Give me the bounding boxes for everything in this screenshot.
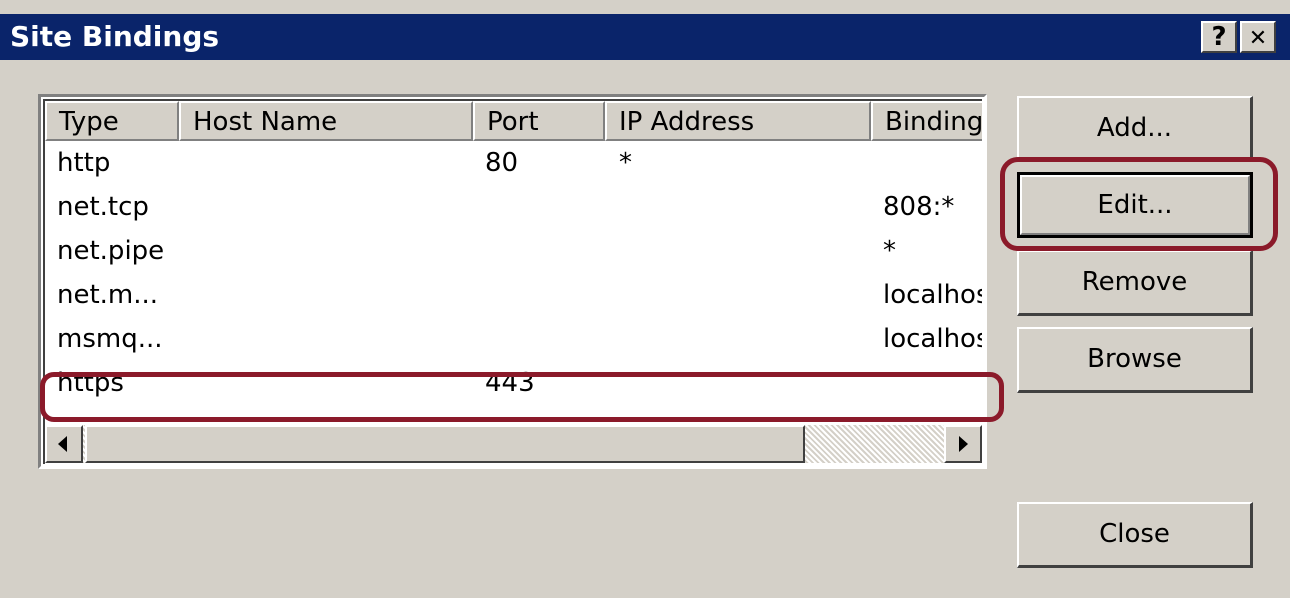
title-bar: Site Bindings ? ✕ — [0, 14, 1290, 60]
list-header: Type Host Name Port IP Address Binding — [45, 101, 982, 141]
column-header-port[interactable]: Port — [473, 101, 605, 141]
scrollbar-thumb[interactable] — [85, 425, 805, 463]
cell-port: 80 — [485, 148, 519, 178]
site-bindings-dialog: Site Bindings ? ✕ Type Host Name Port IP… — [0, 0, 1290, 598]
help-button[interactable]: ? — [1201, 21, 1237, 53]
horizontal-scrollbar[interactable] — [45, 425, 982, 463]
add-button[interactable]: Add... — [1017, 96, 1253, 162]
scroll-left-button[interactable] — [45, 425, 83, 463]
cell-type: http — [57, 148, 111, 178]
cell-ip: * — [619, 148, 632, 178]
cell-port: 443 — [485, 368, 535, 398]
cell-binding: * — [883, 236, 896, 266]
bindings-list[interactable]: Type Host Name Port IP Address Binding h… — [38, 94, 987, 469]
cell-binding: localhos — [883, 280, 982, 310]
column-header-type[interactable]: Type — [45, 101, 179, 141]
cell-type: net.tcp — [57, 192, 149, 222]
close-icon: ✕ — [1248, 26, 1268, 51]
cell-binding: localhos — [883, 324, 982, 354]
table-row[interactable]: http 80 * — [45, 141, 982, 185]
cell-type: net.m... — [57, 280, 159, 310]
cell-binding: 808:* — [883, 192, 955, 222]
table-row[interactable]: net.m... localhos — [45, 273, 982, 317]
table-row[interactable]: net.pipe * — [45, 229, 982, 273]
edit-button-label: Edit... — [1020, 175, 1250, 235]
close-window-button[interactable]: ✕ — [1240, 21, 1276, 53]
edit-button[interactable]: Edit... — [1017, 172, 1253, 238]
window-title: Site Bindings — [10, 20, 220, 53]
cell-type: net.pipe — [57, 236, 165, 266]
arrow-right-icon — [959, 436, 968, 452]
close-button[interactable]: Close — [1017, 502, 1253, 568]
table-row[interactable]: https 443 — [45, 361, 982, 405]
column-header-ip-address[interactable]: IP Address — [605, 101, 871, 141]
cell-type: msmq... — [57, 324, 163, 354]
table-row[interactable]: net.tcp 808:* — [45, 185, 982, 229]
column-header-binding[interactable]: Binding — [871, 101, 982, 141]
browse-button[interactable]: Browse — [1017, 327, 1253, 393]
cell-type: https — [57, 368, 124, 398]
help-icon: ? — [1211, 22, 1227, 52]
arrow-left-icon — [58, 436, 67, 452]
scroll-right-button[interactable] — [944, 425, 982, 463]
remove-button[interactable]: Remove — [1017, 250, 1253, 316]
column-header-host-name[interactable]: Host Name — [179, 101, 473, 141]
table-row[interactable]: msmq... localhos — [45, 317, 982, 361]
